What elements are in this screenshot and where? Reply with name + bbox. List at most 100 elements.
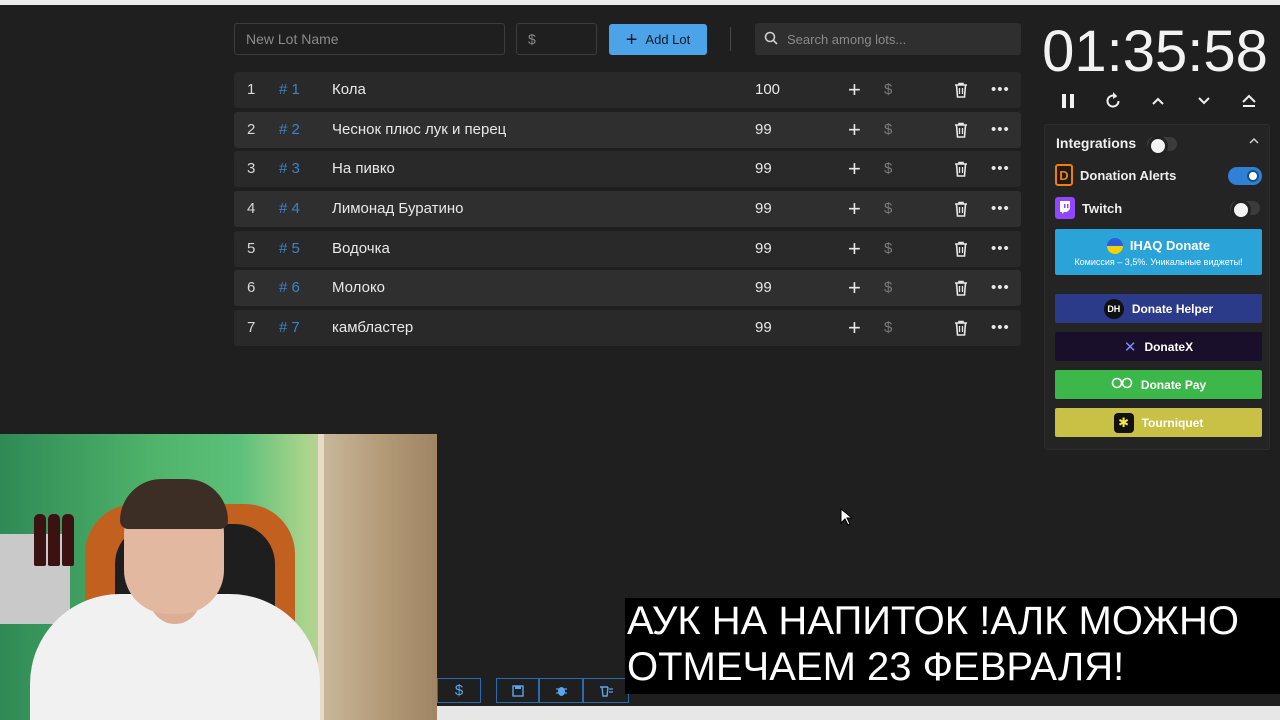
table-row: 5 # 5 Водочка 99 + $ ••• xyxy=(234,230,1021,267)
service-donation-alerts: D Donation Alerts xyxy=(1055,164,1176,186)
donate-pay-button[interactable]: Donate Pay xyxy=(1055,370,1262,399)
add-lot-button[interactable]: + Add Lot xyxy=(609,24,707,55)
lot-name[interactable]: камбластер xyxy=(332,310,413,346)
chevron-down-icon[interactable] xyxy=(1192,89,1216,113)
trash-icon[interactable] xyxy=(954,320,968,340)
more-icon[interactable]: ••• xyxy=(991,112,1010,148)
dollar-icon[interactable]: $ xyxy=(884,270,892,306)
add-amount-icon[interactable]: + xyxy=(848,72,861,108)
door-image xyxy=(318,434,437,720)
table-row: 3 # 3 На пивко 99 + $ ••• xyxy=(234,151,1021,188)
lot-index: 5 xyxy=(247,239,256,257)
dollar-button[interactable]: $ xyxy=(437,678,481,703)
more-icon[interactable]: ••• xyxy=(991,191,1010,227)
person-hair-image xyxy=(120,479,228,529)
more-icon[interactable]: ••• xyxy=(991,270,1010,306)
twitch-toggle[interactable] xyxy=(1230,200,1260,220)
mouse-cursor-icon xyxy=(840,507,854,531)
lot-amount[interactable]: 99 xyxy=(755,270,772,306)
lot-price-input[interactable]: $ xyxy=(516,23,597,55)
ihaq-label: IHAQ Donate xyxy=(1129,238,1211,253)
caption-line-2: ОТМЕЧАЕМ 23 ФЕВРАЛЯ! xyxy=(627,645,1125,689)
donate-pay-label: Donate Pay xyxy=(1140,377,1207,392)
add-amount-icon[interactable]: + xyxy=(848,191,861,227)
lot-amount[interactable]: 100 xyxy=(755,72,780,108)
tourniquet-label: Tourniquet xyxy=(1141,415,1204,430)
caption-line-1: АУК НА НАПИТОК !АЛК МОЖНО xyxy=(627,599,1240,643)
double-up-icon[interactable] xyxy=(1237,89,1261,113)
lot-index: 1 xyxy=(247,81,256,98)
pause-icon[interactable] xyxy=(1056,89,1080,113)
dollar-icon[interactable]: $ xyxy=(884,191,892,227)
trash-icon[interactable] xyxy=(954,280,968,300)
tourniquet-icon: ✱ xyxy=(1113,412,1134,433)
table-row: 7 # 7 камбластер 99 + $ ••• xyxy=(234,310,1021,347)
lot-id: # 5 xyxy=(279,239,300,257)
chevron-up-icon[interactable] xyxy=(1146,89,1170,113)
dollar-icon[interactable]: $ xyxy=(884,231,892,267)
timer-display: 01:35:58 xyxy=(1042,19,1268,84)
lot-amount[interactable]: 99 xyxy=(755,112,772,148)
chevron-up-icon[interactable] xyxy=(1249,136,1259,148)
lots-table: 1 # 1 Кола 100 + $ ••• 2 # 2 Чеснок плюс… xyxy=(234,72,1021,350)
donation-alerts-icon: D xyxy=(1055,164,1073,186)
dollar-icon[interactable]: $ xyxy=(884,151,892,187)
search-input[interactable]: Search among lots... xyxy=(755,23,1021,55)
trash-icon[interactable] xyxy=(954,82,968,102)
lot-amount[interactable]: 99 xyxy=(755,191,772,227)
new-lot-name-input[interactable]: New Lot Name xyxy=(234,23,505,55)
add-amount-icon[interactable]: + xyxy=(848,270,861,306)
integrations-panel: Integrations D Donation Alerts Twitch IH… xyxy=(1044,124,1270,450)
save-icon[interactable] xyxy=(496,678,539,703)
more-icon[interactable]: ••• xyxy=(991,231,1010,267)
add-amount-icon[interactable]: + xyxy=(848,151,861,187)
lot-index: 6 xyxy=(247,279,256,297)
integrations-toggle[interactable] xyxy=(1147,136,1177,156)
trash-icon[interactable] xyxy=(954,122,968,142)
ihaq-donate-button[interactable]: IHAQ Donate Комиссия – 3,5%. Уникальные … xyxy=(1055,229,1262,275)
add-amount-icon[interactable]: + xyxy=(848,112,861,148)
more-icon[interactable]: ••• xyxy=(991,310,1010,346)
lot-name[interactable]: На пивко xyxy=(332,151,395,187)
dollar-label: $ xyxy=(454,682,464,699)
donation-alerts-toggle[interactable] xyxy=(1228,167,1262,185)
clear-list-icon[interactable] xyxy=(583,678,629,703)
lot-id: # 2 xyxy=(279,120,300,138)
dollar-icon[interactable]: $ xyxy=(884,72,892,108)
reset-icon[interactable] xyxy=(1101,89,1125,113)
twitch-icon xyxy=(1055,197,1075,219)
ihaq-subtitle: Комиссия – 3,5%. Уникальные виджеты! xyxy=(1074,256,1243,267)
donatex-button[interactable]: ✕ DonateX xyxy=(1055,332,1262,361)
tourniquet-button[interactable]: ✱ Tourniquet xyxy=(1055,408,1262,437)
search-icon xyxy=(764,31,778,48)
lot-name[interactable]: Молоко xyxy=(332,270,385,306)
donatex-icon: ✕ xyxy=(1123,338,1137,356)
more-icon[interactable]: ••• xyxy=(991,72,1010,108)
lot-name[interactable]: Чеснок плюс лук и перец xyxy=(332,112,506,148)
lot-amount[interactable]: 99 xyxy=(755,151,772,187)
divider xyxy=(730,27,731,51)
dollar-icon[interactable]: $ xyxy=(884,310,892,346)
top-window-strip xyxy=(0,0,1280,5)
webcam-overlay xyxy=(0,434,437,720)
lot-id: # 3 xyxy=(279,160,300,178)
trash-icon[interactable] xyxy=(954,161,968,181)
lot-name[interactable]: Кола xyxy=(332,72,366,108)
plus-icon: + xyxy=(625,28,638,51)
lot-name[interactable]: Лимонад Буратино xyxy=(332,191,464,227)
bottle-image xyxy=(48,514,60,566)
lot-index: 4 xyxy=(247,200,256,218)
more-icon[interactable]: ••• xyxy=(991,151,1010,187)
lot-index: 3 xyxy=(247,160,256,178)
add-amount-icon[interactable]: + xyxy=(848,310,861,346)
donate-helper-button[interactable]: DH Donate Helper xyxy=(1055,294,1262,323)
bug-icon[interactable] xyxy=(539,678,583,703)
lot-amount[interactable]: 99 xyxy=(755,231,772,267)
trash-icon[interactable] xyxy=(954,201,968,221)
taskbar xyxy=(437,706,1280,720)
add-amount-icon[interactable]: + xyxy=(848,231,861,267)
lot-name[interactable]: Водочка xyxy=(332,231,390,267)
dollar-icon[interactable]: $ xyxy=(884,112,892,148)
trash-icon[interactable] xyxy=(954,241,968,261)
lot-amount[interactable]: 99 xyxy=(755,310,772,346)
